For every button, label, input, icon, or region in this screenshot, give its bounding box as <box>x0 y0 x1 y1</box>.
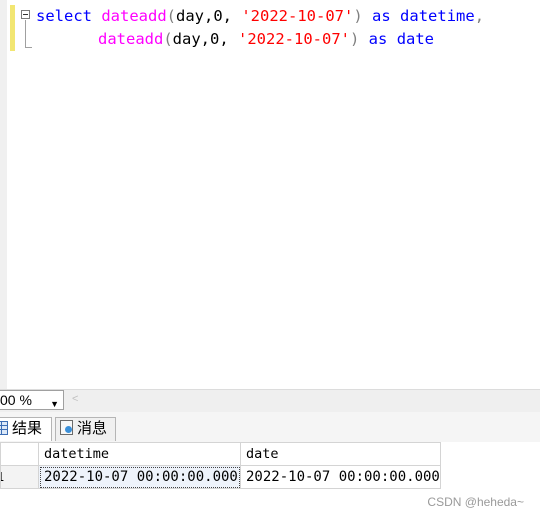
column-alias: date <box>396 30 435 48</box>
grid-icon <box>0 420 8 435</box>
chevron-down-icon[interactable]: ▼ <box>50 395 59 413</box>
tab-messages[interactable]: 消息 <box>55 417 116 441</box>
fold-guide <box>25 20 26 48</box>
zoom-value: 00 % <box>0 392 32 408</box>
args-open: ( <box>166 7 177 25</box>
scroll-left-icon[interactable]: < <box>72 393 78 405</box>
cell-datetime[interactable]: 2022-10-07 00:00:00.000 <box>38 465 241 489</box>
cell-date[interactable]: 2022-10-07 00:00:00.000 <box>240 465 441 489</box>
change-tracking-bar <box>10 5 15 51</box>
collapse-icon[interactable] <box>21 10 30 19</box>
comma: , <box>474 7 485 25</box>
results-tab-bar: 结果 消息 <box>0 412 540 442</box>
row-number[interactable]: 1 <box>0 465 39 489</box>
column-header-datetime[interactable]: datetime <box>38 442 241 466</box>
tab-results[interactable]: 结果 <box>0 417 52 441</box>
args-text: day,0, <box>172 30 238 48</box>
editor-status-bar: 00 % ▼ < <box>0 389 540 412</box>
keyword-as: as <box>368 30 388 48</box>
function-dateadd: dateadd <box>101 7 167 25</box>
string-literal: '2022-10-07' <box>238 30 350 48</box>
tab-results-label: 结果 <box>12 420 43 437</box>
column-alias: datetime <box>400 7 475 25</box>
string-literal: '2022-10-07' <box>241 7 354 25</box>
fold-guide-end <box>25 47 32 48</box>
args-text: day,0, <box>176 7 242 25</box>
editor-margin <box>0 0 7 390</box>
function-dateadd: dateadd <box>98 30 164 48</box>
query-editor[interactable]: select dateadd(day,0, '2022-10-07') as d… <box>0 0 540 390</box>
table-row: 1 2022-10-07 00:00:00.000 2022-10-07 00:… <box>0 465 441 489</box>
header-row: datetime date <box>0 442 441 466</box>
corner-cell[interactable] <box>0 442 39 466</box>
results-table: datetime date 1 2022-10-07 00:00:00.000 … <box>0 442 441 489</box>
paren-close: ) <box>353 7 363 25</box>
keyword-select: select <box>36 7 92 25</box>
code-line-1: select dateadd(day,0, '2022-10-07') as d… <box>36 6 484 26</box>
paren-close: ) <box>349 30 360 48</box>
tab-messages-label: 消息 <box>77 420 108 437</box>
code-line-2: dateadd(day,0, '2022-10-07') as date <box>98 29 434 49</box>
args-open: ( <box>163 30 173 48</box>
watermark-text: CSDN @heheda~ <box>427 495 524 509</box>
zoom-dropdown[interactable]: 00 % ▼ <box>0 390 64 410</box>
keyword-as: as <box>372 7 391 25</box>
column-header-date[interactable]: date <box>240 442 441 466</box>
message-icon <box>60 420 73 436</box>
results-grid[interactable]: datetime date 1 2022-10-07 00:00:00.000 … <box>0 442 540 517</box>
